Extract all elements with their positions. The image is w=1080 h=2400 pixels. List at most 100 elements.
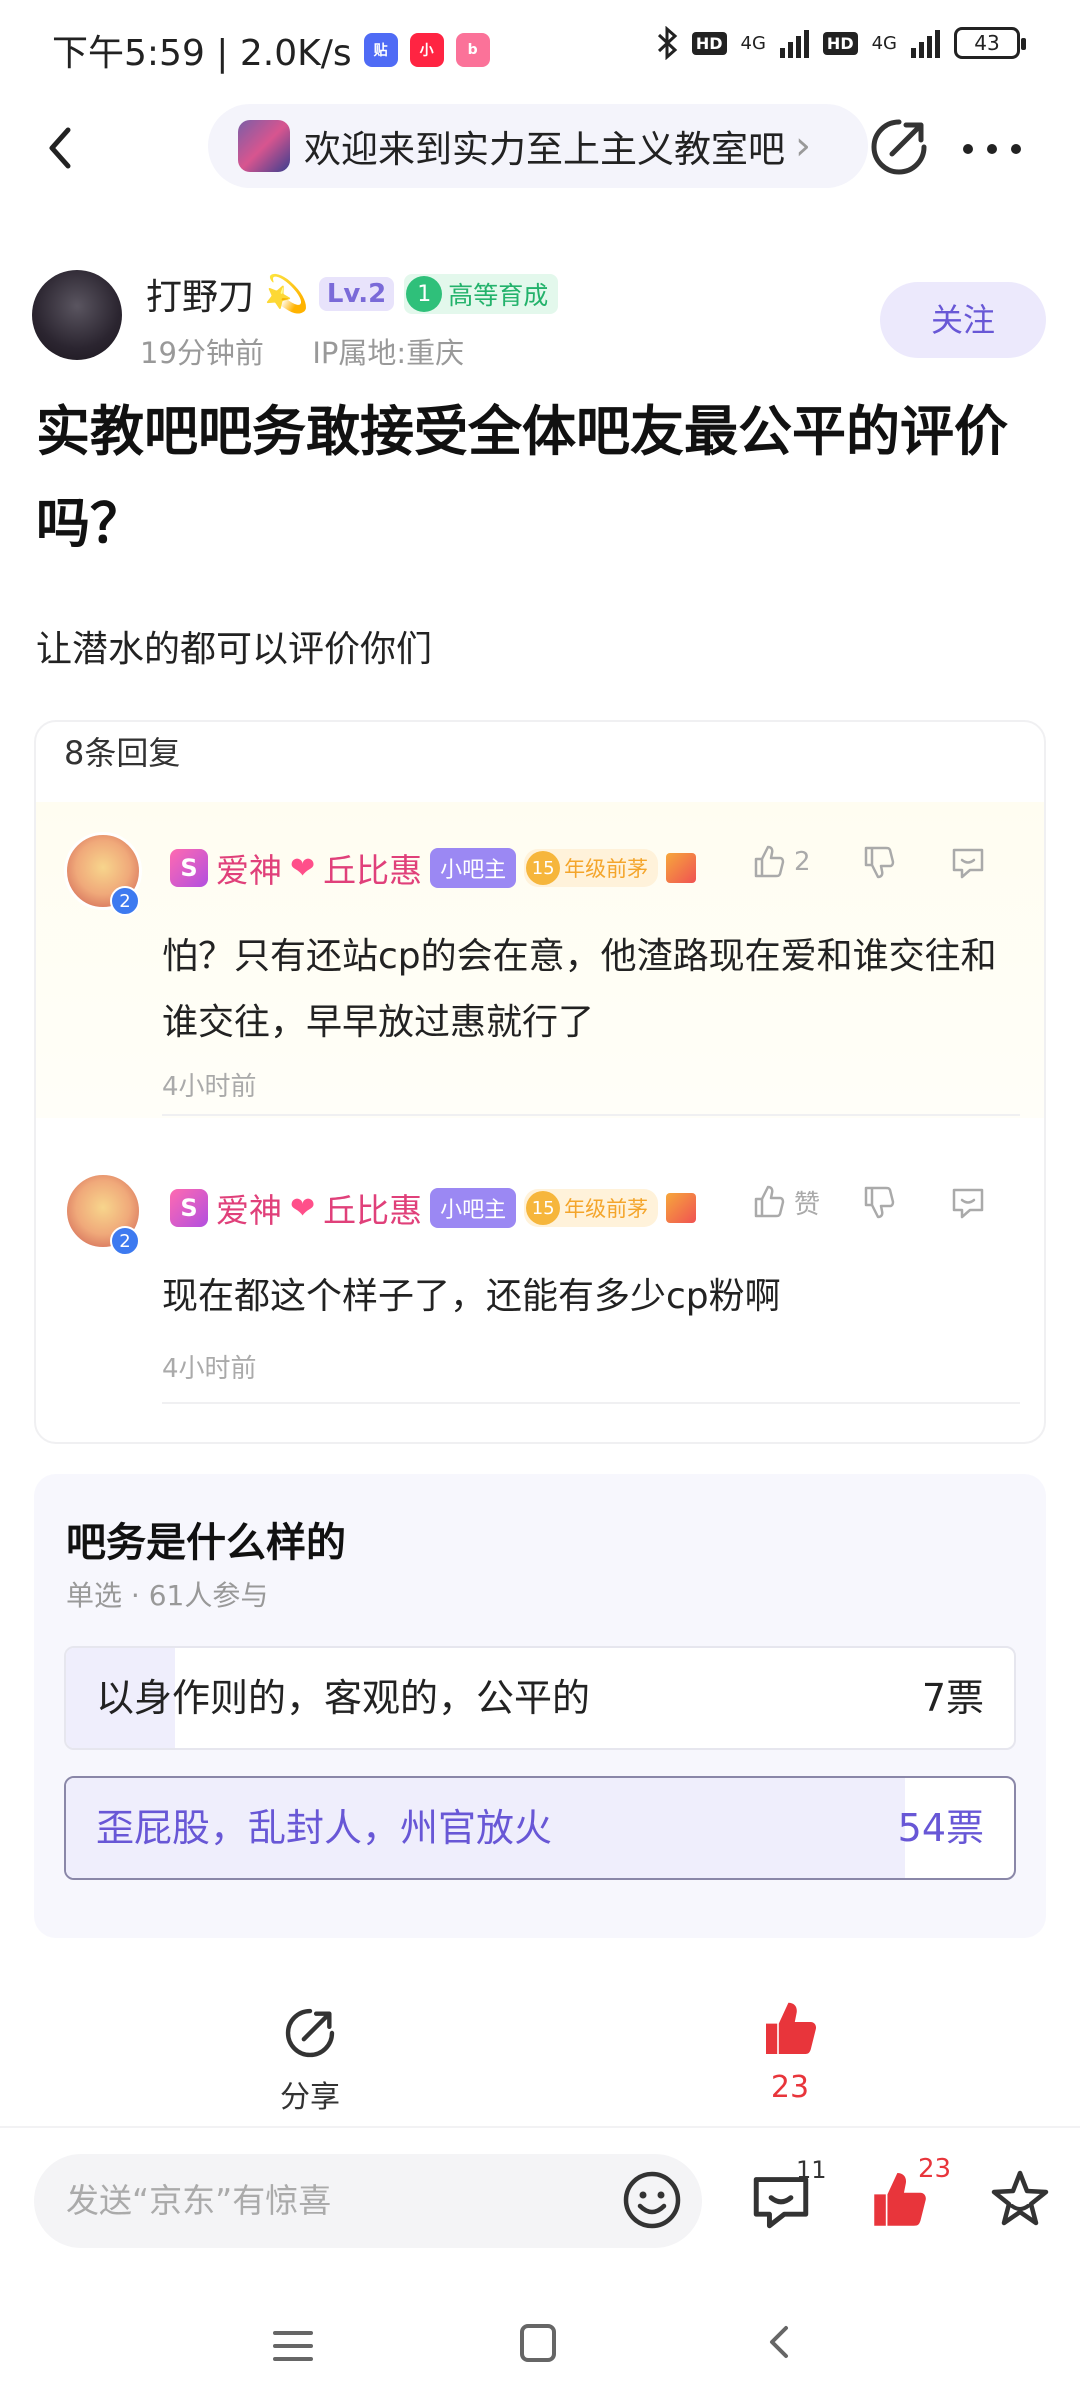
dislike-button[interactable] <box>858 1182 898 1222</box>
reply-item[interactable]: 2 S 爱神 ❤ 丘比惠 小吧主 15 年级前茅 赞 现在都这个样子了，还能有多… <box>36 1142 1044 1432</box>
poll-option-votes: 7票 <box>921 1676 984 1720</box>
author-name[interactable]: 打野刀 <box>146 268 254 320</box>
divider <box>0 2126 1080 2128</box>
reply-comment-button[interactable] <box>948 842 988 882</box>
like-label: 赞 <box>794 1189 821 1220</box>
level-badge: Lv.2 <box>318 277 395 311</box>
bottom-like-count: 23 <box>918 2154 952 2184</box>
divider <box>162 1402 1020 1404</box>
grade-badge-label: 年级前茅 <box>564 1197 649 1221</box>
menu-icon <box>273 2331 313 2361</box>
reply-time: 4小时前 <box>162 1354 257 1384</box>
reply-text: 现在都这个样子了，还能有多少cp粉啊 <box>162 1276 781 1317</box>
share-button-top[interactable] <box>866 114 932 180</box>
forum-avatar <box>238 120 290 172</box>
medal-icon <box>666 1193 697 1223</box>
medal-icon <box>666 853 697 883</box>
reply-username-a[interactable]: 爱神 <box>216 1184 282 1232</box>
reply-input[interactable]: 发送“京东”有惊喜 <box>34 2154 702 2248</box>
network-label: 4G <box>740 32 766 54</box>
moderator-badge: 小吧主 <box>430 1188 517 1228</box>
ip-location: IP属地:重庆 <box>312 336 465 370</box>
chevron-left-icon <box>49 127 71 169</box>
signal-icon <box>779 28 809 58</box>
post-body: 让潜水的都可以评价你们 <box>36 629 433 670</box>
grade-badge: 15 年级前茅 <box>524 849 659 887</box>
hd-badge: HD <box>691 31 727 55</box>
reply-item[interactable]: 2 S 爱神 ❤ 丘比惠 小吧主 15 年级前茅 2 怕？只有还站cp的会在意，… <box>36 802 1044 1118</box>
author-emoji: 💫 <box>264 274 309 315</box>
reply-username-b[interactable]: 丘比惠 <box>323 1184 422 1232</box>
poll-option[interactable]: 以身作则的，客观的，公平的 7票 <box>64 1646 1016 1750</box>
member-badge-icon: 2 <box>110 1226 140 1256</box>
thumbs-down-icon <box>864 1186 895 1219</box>
post-like-count: 23 <box>770 2070 810 2105</box>
emoji-button[interactable] <box>620 2168 684 2232</box>
follow-button[interactable]: 关注 <box>880 282 1046 358</box>
reply-comment-button[interactable] <box>948 1182 988 1222</box>
top-nav: 欢迎来到实力至上主义教室吧 › <box>0 100 1080 196</box>
like-button[interactable]: 2 <box>748 842 811 882</box>
poll-option-label: 歪屁股，乱封人，州官放火 <box>96 1806 553 1850</box>
rank-badge: 1 高等育成 <box>404 274 559 314</box>
moderator-badge: 小吧主 <box>430 848 517 888</box>
poll-card: 吧务是什么样的 单选 · 61人参与 以身作则的，客观的，公平的 7票 歪屁股，… <box>34 1474 1046 1938</box>
more-dots-icon <box>963 144 1021 154</box>
reply-name-row: S 爱神 ❤ 丘比惠 小吧主 15 年级前茅 <box>170 844 697 892</box>
grade-coin-icon: 15 <box>526 1191 561 1225</box>
like-count: 2 <box>794 847 811 877</box>
like-button[interactable]: 赞 <box>748 1182 820 1222</box>
post-time: 19分钟前 <box>140 336 264 370</box>
emoji-icon <box>623 2171 681 2229</box>
favorite-button[interactable] <box>986 2166 1054 2234</box>
poll-meta: 单选 · 61人参与 <box>66 1579 269 1612</box>
author-avatar[interactable] <box>32 270 122 360</box>
home-button[interactable] <box>520 2324 556 2362</box>
share-button[interactable]: 分享 <box>250 2004 370 2116</box>
grade-badge-label: 年级前茅 <box>564 857 649 881</box>
system-nav <box>0 2300 1080 2400</box>
thumbs-down-icon <box>864 846 895 879</box>
gem-icon: 1 <box>406 276 443 312</box>
reply-input-placeholder: 发送“京东”有惊喜 <box>66 2181 332 2220</box>
bilibili-icon: b <box>455 33 490 67</box>
thumbs-up-filled-icon <box>766 2002 817 2054</box>
recent-apps-button[interactable] <box>272 2326 314 2366</box>
hd-badge-2: HD <box>822 31 858 55</box>
chevron-left-icon <box>770 2326 788 2358</box>
reply-username-b[interactable]: 丘比惠 <box>323 844 422 892</box>
comment-icon <box>952 848 984 879</box>
xiaohongshu-icon: 小 <box>409 33 444 67</box>
poll-option[interactable]: 歪屁股，乱封人，州官放火 54票 <box>64 1776 1016 1880</box>
heart-icon: ❤ <box>290 1190 316 1226</box>
replies-card[interactable]: 8条回复 2 S 爱神 ❤ 丘比惠 小吧主 15 年级前茅 2 怕？只有还站cp… <box>34 720 1046 1444</box>
share-icon <box>285 2008 335 2058</box>
grade-coin-icon: 15 <box>526 851 561 885</box>
back-button[interactable] <box>40 118 90 178</box>
status-bar: 下午5:59 | 2.0K/s 贴 小 b HD 4G HD 4G 43 <box>0 0 1080 96</box>
reply-name-row: S 爱神 ❤ 丘比惠 小吧主 15 年级前茅 <box>170 1184 697 1232</box>
tieba-icon: 贴 <box>363 33 398 67</box>
poll-title: 吧务是什么样的 <box>66 1520 346 1566</box>
network-label-2: 4G <box>871 32 897 54</box>
system-back-button[interactable] <box>764 2312 794 2385</box>
more-button[interactable] <box>960 122 1024 162</box>
thumbs-up-icon <box>754 845 785 878</box>
forum-link[interactable]: 欢迎来到实力至上主义教室吧 › <box>208 104 868 188</box>
reply-time: 4小时前 <box>162 1072 257 1102</box>
vip-s-icon: S <box>170 849 208 887</box>
vip-s-icon: S <box>170 1189 208 1227</box>
post-like-button[interactable]: 23 <box>730 1998 850 2105</box>
dislike-button[interactable] <box>858 842 898 882</box>
author-name-row: 打野刀 💫 Lv.2 1 高等育成 <box>146 268 559 320</box>
share-label: 分享 <box>280 2080 340 2115</box>
rank-badge-label: 高等育成 <box>448 281 549 310</box>
status-right: HD 4G HD 4G 43 <box>656 26 1026 60</box>
replies-count[interactable]: 8条回复 <box>64 728 180 774</box>
share-icon <box>871 119 927 175</box>
chevron-right-icon: › <box>795 123 811 169</box>
poll-option-votes: 54票 <box>897 1806 984 1850</box>
reply-username-a[interactable]: 爱神 <box>216 844 282 892</box>
status-left: 下午5:59 | 2.0K/s 贴 小 b <box>52 24 490 76</box>
grade-badge: 15 年级前茅 <box>524 1189 659 1227</box>
